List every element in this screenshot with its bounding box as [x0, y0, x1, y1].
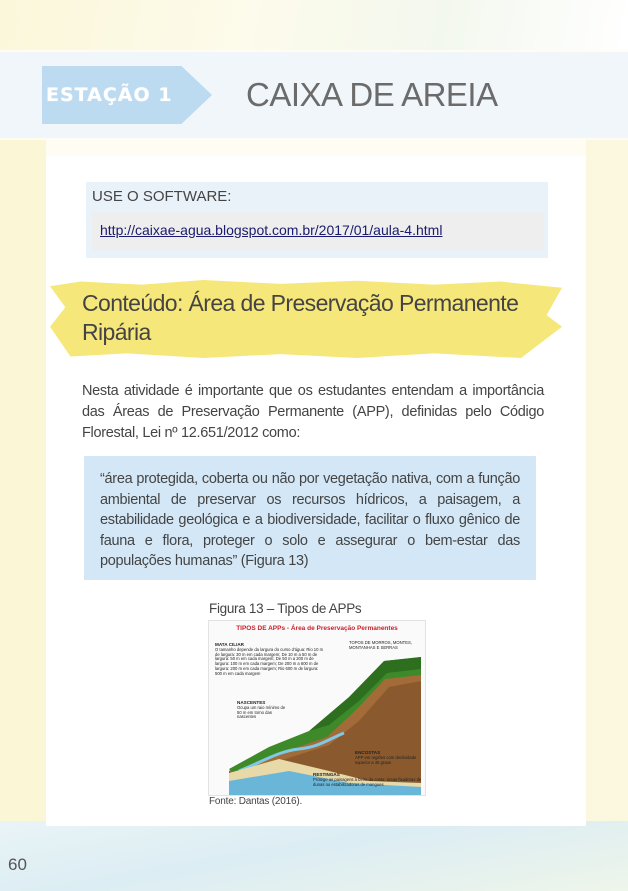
page-number: 60 — [8, 855, 27, 874]
figure-image-title: TIPOS DE APPs - Área de Preservação Perm… — [236, 625, 398, 632]
restingas-label: RESTINGAS Protege as paisagens à beira d… — [313, 772, 422, 787]
bottom-decoration — [0, 821, 628, 891]
mata-ciliar-label: MATA CILIAR O tamanho depende da largura… — [215, 642, 324, 676]
intro-paragraph: Nesta atividade é importante que os estu… — [82, 383, 544, 441]
software-url-link[interactable]: http://caixae-agua.blogspot.com.br/2017/… — [100, 222, 442, 238]
content-title: Conteúdo: Área de Preservação Permanente… — [82, 290, 519, 345]
topos-label: TOPOS DE MORROS, MONTES, MONTANHAS E SER… — [349, 640, 412, 650]
nascentes-label: NASCENTES Ocupa um raio mínimo de 50 m e… — [237, 700, 286, 720]
app-types-figure: TIPOS DE APPs - Área de Preservação Perm… — [208, 620, 426, 796]
station-label: ESTAÇÃO 1 — [46, 84, 173, 106]
right-decoration — [586, 140, 628, 830]
encostas-label: ENCOSTAS APP em regiões com declividade … — [355, 750, 417, 765]
software-label: USE O SOFTWARE: — [92, 188, 232, 205]
left-decoration — [0, 140, 46, 830]
top-decoration — [0, 0, 628, 50]
figure-caption: Figura 13 – Tipos de APPs — [209, 601, 362, 616]
quote-text: “área protegida, coberta ou não por vege… — [100, 471, 520, 569]
figure-source: Fonte: Dantas (2016). — [209, 796, 303, 807]
page-title: CAIXA DE AREIA — [246, 76, 498, 113]
